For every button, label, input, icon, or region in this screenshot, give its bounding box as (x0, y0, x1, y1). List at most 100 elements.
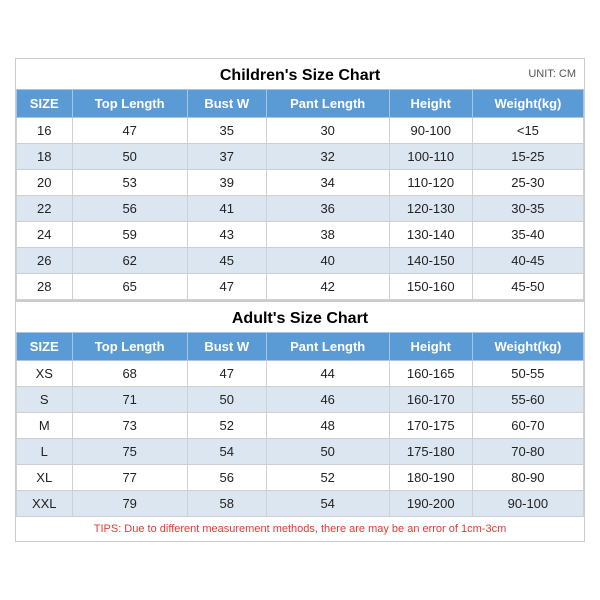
table-cell: 40 (266, 248, 389, 274)
table-cell: 24 (17, 222, 73, 248)
table-cell: 50 (266, 439, 389, 465)
table-cell: 71 (72, 387, 187, 413)
adult-col-pant-length: Pant Length (266, 333, 389, 361)
table-cell: 47 (187, 361, 266, 387)
col-bust-w: Bust W (187, 90, 266, 118)
table-row: XS684744160-16550-55 (17, 361, 584, 387)
col-pant-length: Pant Length (266, 90, 389, 118)
table-cell: 42 (266, 274, 389, 300)
adult-title-text: Adult's Size Chart (232, 310, 368, 327)
col-height: Height (389, 90, 472, 118)
table-cell: 28 (17, 274, 73, 300)
table-cell: 100-110 (389, 144, 472, 170)
adult-col-height: Height (389, 333, 472, 361)
table-cell: 80-90 (472, 465, 583, 491)
adult-header-row: SIZE Top Length Bust W Pant Length Heigh… (17, 333, 584, 361)
children-section-title: Children's Size Chart UNIT: CM (16, 59, 584, 89)
table-cell: 34 (266, 170, 389, 196)
table-cell: 26 (17, 248, 73, 274)
children-size-table: SIZE Top Length Bust W Pant Length Heigh… (16, 89, 584, 300)
table-cell: 37 (187, 144, 266, 170)
table-cell: 56 (187, 465, 266, 491)
table-row: L755450175-18070-80 (17, 439, 584, 465)
table-cell: 68 (72, 361, 187, 387)
table-cell: 35-40 (472, 222, 583, 248)
table-cell: 30-35 (472, 196, 583, 222)
table-cell: XXL (17, 491, 73, 517)
table-row: M735248170-17560-70 (17, 413, 584, 439)
table-cell: 75 (72, 439, 187, 465)
table-cell: 40-45 (472, 248, 583, 274)
table-cell: XS (17, 361, 73, 387)
col-top-length: Top Length (72, 90, 187, 118)
table-cell: XL (17, 465, 73, 491)
table-cell: 46 (266, 387, 389, 413)
table-cell: 170-175 (389, 413, 472, 439)
children-header-row: SIZE Top Length Bust W Pant Length Heigh… (17, 90, 584, 118)
table-cell: 45-50 (472, 274, 583, 300)
table-cell: <15 (472, 118, 583, 144)
table-cell: M (17, 413, 73, 439)
col-weight: Weight(kg) (472, 90, 583, 118)
table-cell: 140-150 (389, 248, 472, 274)
table-cell: 47 (72, 118, 187, 144)
table-cell: 50 (72, 144, 187, 170)
adult-col-top-length: Top Length (72, 333, 187, 361)
table-cell: 53 (72, 170, 187, 196)
size-chart-wrapper: Children's Size Chart UNIT: CM SIZE Top … (15, 58, 585, 542)
table-cell: 180-190 (389, 465, 472, 491)
table-row: XL775652180-19080-90 (17, 465, 584, 491)
table-cell: 52 (187, 413, 266, 439)
table-cell: 54 (266, 491, 389, 517)
adult-col-size: SIZE (17, 333, 73, 361)
adult-col-weight: Weight(kg) (472, 333, 583, 361)
table-cell: 35 (187, 118, 266, 144)
table-cell: 62 (72, 248, 187, 274)
table-cell: 160-165 (389, 361, 472, 387)
table-cell: 30 (266, 118, 389, 144)
adult-size-table: SIZE Top Length Bust W Pant Length Heigh… (16, 332, 584, 517)
table-cell: S (17, 387, 73, 413)
children-title-text: Children's Size Chart (220, 67, 380, 84)
table-cell: 90-100 (472, 491, 583, 517)
table-cell: 36 (266, 196, 389, 222)
table-cell: 65 (72, 274, 187, 300)
col-size: SIZE (17, 90, 73, 118)
table-row: S715046160-17055-60 (17, 387, 584, 413)
table-cell: 70-80 (472, 439, 583, 465)
table-cell: 150-160 (389, 274, 472, 300)
table-cell: 38 (266, 222, 389, 248)
table-cell: 52 (266, 465, 389, 491)
adult-col-bust-w: Bust W (187, 333, 266, 361)
table-cell: 77 (72, 465, 187, 491)
table-cell: 43 (187, 222, 266, 248)
table-row: 18503732100-11015-25 (17, 144, 584, 170)
table-cell: 50-55 (472, 361, 583, 387)
table-cell: 54 (187, 439, 266, 465)
adult-section-title: Adult's Size Chart (16, 300, 584, 332)
table-cell: 39 (187, 170, 266, 196)
table-cell: 90-100 (389, 118, 472, 144)
tips-text: TIPS: Due to different measurement metho… (16, 517, 584, 541)
table-cell: 32 (266, 144, 389, 170)
table-row: 24594338130-14035-40 (17, 222, 584, 248)
table-cell: 110-120 (389, 170, 472, 196)
unit-label: UNIT: CM (528, 68, 576, 80)
table-cell: 120-130 (389, 196, 472, 222)
table-row: 1647353090-100<15 (17, 118, 584, 144)
table-cell: 60-70 (472, 413, 583, 439)
table-cell: 16 (17, 118, 73, 144)
table-cell: 130-140 (389, 222, 472, 248)
table-cell: 22 (17, 196, 73, 222)
table-row: XXL795854190-20090-100 (17, 491, 584, 517)
table-cell: L (17, 439, 73, 465)
table-row: 28654742150-16045-50 (17, 274, 584, 300)
table-cell: 45 (187, 248, 266, 274)
table-cell: 175-180 (389, 439, 472, 465)
table-cell: 20 (17, 170, 73, 196)
table-cell: 190-200 (389, 491, 472, 517)
table-cell: 73 (72, 413, 187, 439)
table-cell: 48 (266, 413, 389, 439)
table-cell: 41 (187, 196, 266, 222)
table-cell: 55-60 (472, 387, 583, 413)
